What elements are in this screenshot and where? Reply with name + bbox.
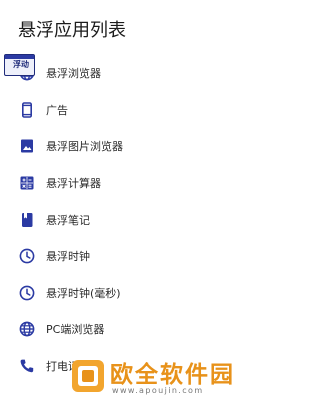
note-book-icon — [19, 212, 35, 228]
badge-label: 浮动 — [13, 60, 29, 69]
app-list: 悬浮浏览器 广告 悬浮图片浏览器 悬浮计算器 悬浮笔记 悬浮时钟 悬浮时钟(毫秒… — [0, 55, 254, 384]
image-icon — [19, 138, 35, 154]
list-item-ad[interactable]: 广告 — [0, 92, 254, 129]
globe-icon — [19, 321, 35, 337]
page-title: 悬浮应用列表 — [18, 20, 126, 41]
list-item-clock-ms[interactable]: 悬浮时钟(毫秒) — [0, 275, 254, 312]
list-item-floating-browser[interactable]: 悬浮浏览器 — [0, 55, 254, 92]
list-item-label: 悬浮笔记 — [46, 213, 90, 227]
list-item-pc-browser[interactable]: PC端浏览器 — [0, 311, 254, 348]
list-item-label: PC端浏览器 — [46, 323, 105, 337]
clock-icon — [19, 248, 35, 264]
list-item-label: 广告 — [46, 103, 68, 117]
list-item-label: 悬浮计算器 — [46, 177, 101, 191]
list-item-clock[interactable]: 悬浮时钟 — [0, 238, 254, 275]
list-item-image-browser[interactable]: 悬浮图片浏览器 — [0, 128, 254, 165]
watermark: 欧全软件园 www.apoujin.com — [70, 352, 254, 402]
list-item-calculator[interactable]: 悬浮计算器 — [0, 165, 254, 202]
watermark-url: www.apoujin.com — [112, 386, 204, 395]
list-item-label: 悬浮浏览器 — [46, 67, 101, 81]
list-item-notes[interactable]: 悬浮笔记 — [0, 201, 254, 238]
app-screen: 悬浮应用列表 悬浮浏览器 广告 悬浮图片浏览器 悬浮计算器 悬浮笔记 悬浮时钟 … — [0, 0, 254, 402]
call-icon — [19, 358, 35, 374]
badge-title-bar — [5, 55, 34, 59]
floating-window-badge[interactable]: 浮动 — [4, 54, 35, 76]
list-item-label: 悬浮时钟(毫秒) — [46, 286, 121, 300]
watermark-text: 欧全软件园 — [110, 362, 235, 388]
watermark-logo-icon — [70, 358, 106, 394]
phone-icon — [19, 102, 35, 118]
list-item-label: 悬浮时钟 — [46, 250, 90, 264]
calculator-icon — [19, 175, 35, 191]
list-item-label: 悬浮图片浏览器 — [46, 140, 123, 154]
clock-icon — [19, 285, 35, 301]
